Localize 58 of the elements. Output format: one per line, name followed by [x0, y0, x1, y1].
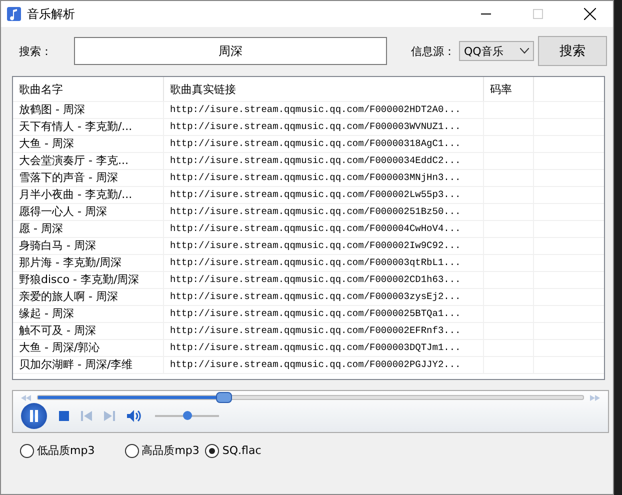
- link-cell: http://isure.stream.qqmusic.qq.com/F000002PGJJY2...: [164, 357, 484, 373]
- song-name-cell: 放鹤图 - 周深: [13, 102, 164, 118]
- link-cell: http://isure.stream.qqmusic.qq.com/F00000318AgC1...: [164, 136, 484, 152]
- volume-thumb[interactable]: [183, 411, 192, 420]
- radio-button[interactable]: [124, 444, 139, 458]
- pause-icon: [29, 410, 39, 422]
- radio-button[interactable]: [205, 444, 220, 458]
- song-name-cell: 那片海 - 李克勤/周深: [13, 255, 164, 271]
- window-title: 音乐解析: [27, 6, 76, 22]
- song-name-cell: 大鱼 - 周深: [13, 136, 164, 152]
- song-name-cell: 贝加尔湖畔 - 周深/李维: [13, 357, 164, 373]
- link-cell: http://isure.stream.qqmusic.qq.com/F0000025BTQa1...: [164, 306, 484, 322]
- song-name-cell: 身骑白马 - 周深: [13, 238, 164, 254]
- seek-track[interactable]: [37, 395, 584, 400]
- link-cell: http://isure.stream.qqmusic.qq.com/F000002Iw9C92...: [164, 238, 484, 254]
- quality-label[interactable]: SQ.flac: [222, 444, 262, 457]
- link-cell: http://isure.stream.qqmusic.qq.com/F000002HDT2A0...: [164, 102, 484, 118]
- song-name-cell: 愿 - 周深: [13, 221, 164, 237]
- close-icon[interactable]: [584, 8, 596, 20]
- caret-icon: [520, 48, 529, 54]
- music-note-icon: [7, 7, 21, 21]
- song-name-cell: 大鱼 - 周深/郭沁: [13, 340, 164, 356]
- search-field[interactable]: 周深: [74, 37, 387, 65]
- column-header[interactable]: 歌曲真实链接: [164, 77, 484, 101]
- song-name-cell: 野狼disco - 李克勤/周深: [13, 272, 164, 288]
- link-cell: http://isure.stream.qqmusic.qq.com/F00000251Bz50...: [164, 204, 484, 220]
- link-cell: http://isure.stream.qqmusic.qq.com/F0000034EddC2...: [164, 153, 484, 169]
- radio-button[interactable]: [20, 444, 34, 458]
- link-cell: http://isure.stream.qqmusic.qq.com/F000002CD1h63...: [164, 272, 484, 288]
- link-cell: http://isure.stream.qqmusic.qq.com/F000003MNjHn3...: [164, 170, 484, 186]
- search-label: 搜索：: [19, 44, 52, 58]
- seek-thumb[interactable]: [216, 392, 232, 404]
- song-name-cell: 触不可及 - 周深: [13, 323, 164, 339]
- song-name-cell: 愿得一心人 - 周深: [13, 204, 164, 220]
- source-label: 信息源：: [410, 44, 455, 58]
- quality-label[interactable]: 高品质mp3: [142, 443, 200, 458]
- song-name-cell: 大会堂演奏厅 - 李克...: [13, 153, 164, 169]
- minimize-icon[interactable]: [481, 13, 491, 15]
- song-name-cell: 月半小夜曲 - 李克勤/...: [13, 187, 164, 203]
- source-dropdown[interactable]: QQ音乐: [458, 41, 534, 61]
- song-name-cell: 亲爱的旅人啊 - 周深: [13, 289, 164, 305]
- link-cell: http://isure.stream.qqmusic.qq.com/F000004CwHoV4...: [164, 221, 484, 237]
- column-header[interactable]: 歌曲名字: [13, 77, 164, 101]
- link-cell: http://isure.stream.qqmusic.qq.com/F000003zysEj2...: [164, 289, 484, 305]
- link-cell: http://isure.stream.qqmusic.qq.com/F000003qtRbL1...: [164, 255, 484, 271]
- song-name-cell: 雪落下的声音 - 周深: [13, 170, 164, 186]
- column-header[interactable]: 码率: [484, 77, 534, 101]
- song-name-cell: 天下有情人 - 李克勤/...: [13, 119, 164, 135]
- search-button[interactable]: 搜索: [538, 36, 607, 66]
- link-cell: http://isure.stream.qqmusic.qq.com/F000002Lw55p3...: [164, 187, 484, 203]
- stop-icon[interactable]: [59, 411, 69, 422]
- speaker-icon[interactable]: [127, 410, 143, 422]
- pause-button[interactable]: [21, 403, 47, 430]
- song-name-cell: 缘起 - 周深: [13, 306, 164, 322]
- link-cell: http://isure.stream.qqmusic.qq.com/F000003WVNUZ1...: [164, 119, 484, 135]
- quality-label[interactable]: 低品质mp3: [37, 443, 95, 458]
- link-cell: http://isure.stream.qqmusic.qq.com/F000003DQTJm1...: [164, 340, 484, 356]
- link-cell: http://isure.stream.qqmusic.qq.com/F000002EFRnf3...: [164, 323, 484, 339]
